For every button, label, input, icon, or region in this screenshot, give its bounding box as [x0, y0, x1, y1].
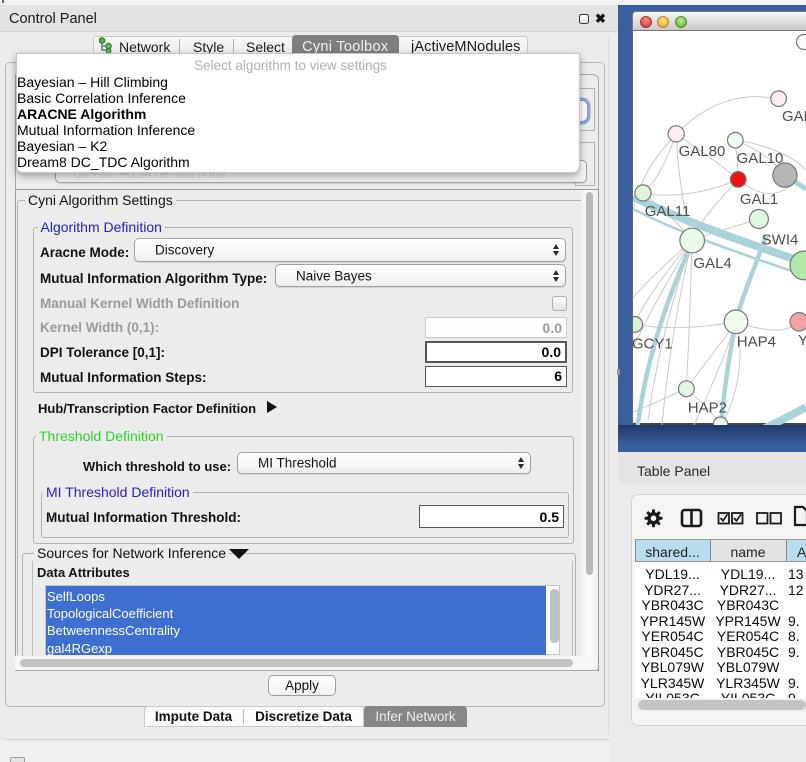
svg-text:GAL: GAL — [782, 108, 806, 125]
svg-text:SWI4: SWI4 — [762, 232, 799, 249]
svg-text:GAL1: GAL1 — [740, 191, 778, 208]
svg-text:HAP4: HAP4 — [737, 334, 776, 351]
svg-text:GCY1: GCY1 — [633, 336, 673, 353]
svg-text:GAL10: GAL10 — [737, 150, 784, 167]
svg-text:HAP2: HAP2 — [688, 400, 727, 417]
svg-text:GAL4: GAL4 — [693, 255, 731, 272]
svg-text:Y: Y — [798, 332, 806, 349]
svg-text:GAL80: GAL80 — [679, 143, 726, 160]
svg-text:GAL11: GAL11 — [645, 203, 691, 220]
